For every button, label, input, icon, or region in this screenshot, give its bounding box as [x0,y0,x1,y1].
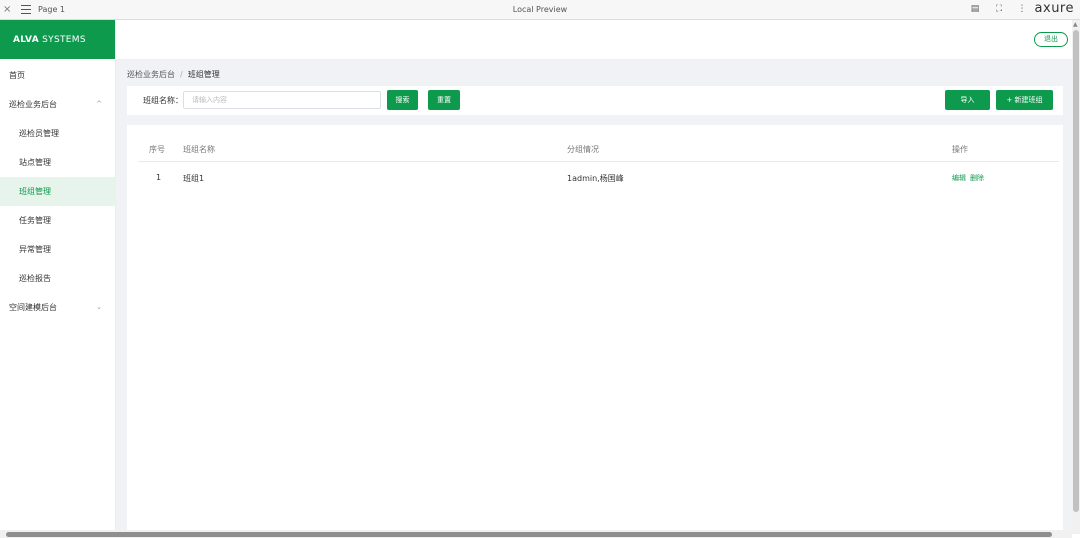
sidebar-item-home[interactable]: 首页 [0,61,115,90]
company-logo: ALVA SYSTEMS [0,20,115,59]
chevron-down-icon: ⌄ [96,303,102,311]
logout-button[interactable]: 退出 [1034,32,1068,47]
row-members: 1admin,杨国峰 [567,174,624,183]
row-index: 1 [156,173,162,182]
column-header-actions: 操作 [952,145,968,154]
horizontal-scrollbar[interactable] [0,530,1072,538]
sidebar-item-exceptions[interactable]: 异常管理 [0,235,115,264]
more-icon[interactable]: ⋮ [1017,4,1027,15]
sidebar: ALVA SYSTEMS 首页 巡检业务后台 ^ 巡检员管理 站点管理 班组管理… [0,20,116,534]
horizontal-scroll-thumb[interactable] [6,532,1052,537]
top-header: 退出 [116,20,1072,60]
vertical-scroll-thumb[interactable] [1073,30,1079,512]
reset-button[interactable]: 重置 [428,90,460,110]
row-team-name: 班组1 [183,174,205,183]
add-team-button[interactable]: + 新建班组 [996,90,1053,110]
sidebar-item-spatial-modeling[interactable]: 空间建模后台 ⌄ [0,293,115,322]
window-title: Local Preview [512,5,568,14]
browser-toolbar: × Page 1 Local Preview ▤ ⛶ ⋮ axure [0,0,1080,20]
sidebar-item-inspectors[interactable]: 巡检员管理 [0,119,115,148]
column-header-members: 分组情况 [567,145,599,154]
column-header-index: 序号 [149,145,165,154]
notes-icon[interactable]: ▤ [970,4,980,15]
chevron-up-icon: ^ [96,100,102,108]
team-table: 序号 班组名称 分组情况 操作 1 班组1 1admin,杨国峰 编辑 删除 [127,125,1063,534]
delete-link[interactable]: 删除 [970,173,984,183]
search-button[interactable]: 搜索 [387,90,418,110]
header-divider [138,161,1059,162]
sidebar-item-teams[interactable]: 班组管理 [0,177,115,206]
sidebar-item-tasks[interactable]: 任务管理 [0,206,115,235]
sidebar-item-sites[interactable]: 站点管理 [0,148,115,177]
main-content: 巡检业务后台/班组管理 班组名称： 搜索 重置 导入 + 新建班组 序号 班组名… [116,60,1072,534]
import-button[interactable]: 导入 [945,90,990,110]
breadcrumb: 巡检业务后台 / 班组管理 [127,70,220,79]
filter-bar: 班组名称： 搜索 重置 导入 + 新建班组 [127,86,1063,115]
team-name-label: 班组名称： [143,96,183,105]
axure-logo: axure [1034,1,1074,16]
breadcrumb-current: 班组管理 [187,70,220,79]
sidebar-item-inspection-admin[interactable]: 巡检业务后台 ^ [0,90,115,119]
vertical-scrollbar[interactable]: ▲ [1072,20,1080,534]
column-header-name: 班组名称 [183,145,215,154]
expand-icon[interactable]: ⛶ [994,4,1004,15]
breadcrumb-parent[interactable]: 巡检业务后台 [127,70,175,79]
team-name-input[interactable] [183,91,381,109]
edit-link[interactable]: 编辑 [952,173,966,183]
scroll-up-icon[interactable]: ▲ [1073,21,1078,28]
sidebar-item-reports[interactable]: 巡检报告 [0,264,115,293]
